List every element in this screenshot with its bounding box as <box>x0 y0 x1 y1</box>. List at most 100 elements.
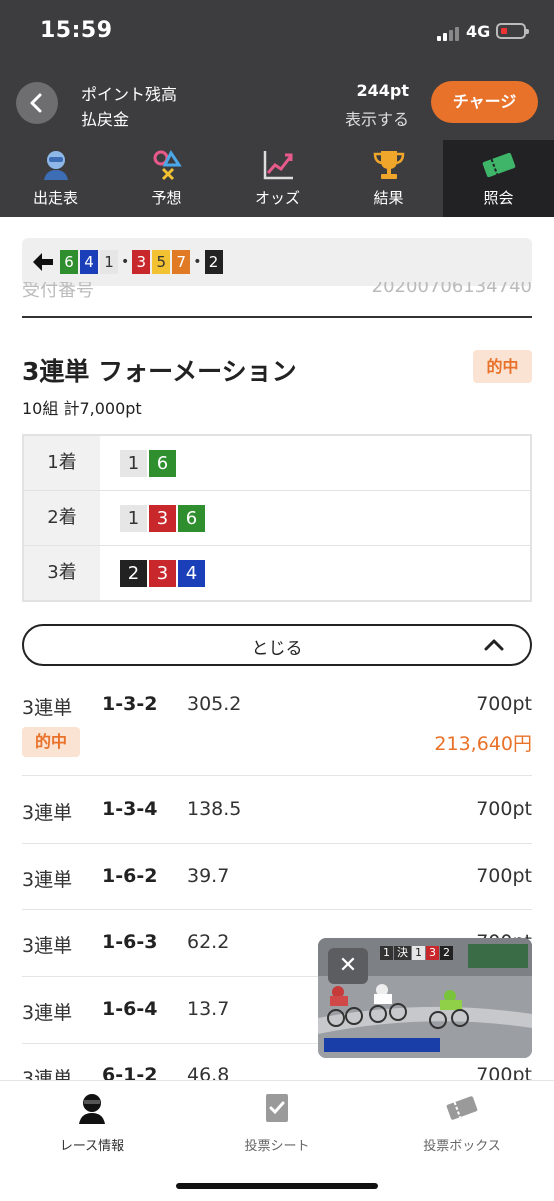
tab-inquiry[interactable]: 照会 <box>443 140 554 217</box>
nav-label: レース情報 <box>59 1139 125 1154</box>
formation-row: 3着 234 <box>24 546 530 600</box>
bet-type: 3連単 <box>22 869 73 891</box>
signal-icon <box>437 25 463 41</box>
collapse-button[interactable]: とじる <box>22 624 532 666</box>
formation-table: 1着 16 2着 136 3着 234 <box>22 434 532 602</box>
tab-label: 出走表 <box>32 189 78 207</box>
position-label: 1着 <box>24 436 100 490</box>
nav-vote-box[interactable]: 投票ボックス <box>370 1091 554 1154</box>
status-bar: 15:59 4G <box>0 0 554 64</box>
bet-number-banner: 6 4 1 • 3 5 7 • 2 <box>22 238 532 286</box>
number-chip: 3 <box>149 505 176 532</box>
bet-amount: 700pt <box>476 865 532 887</box>
race-info-icon <box>79 1094 105 1124</box>
refund-label: 払戻金 <box>81 110 130 129</box>
scoreboard-cell: 3 <box>426 946 439 960</box>
bet-odds: 138.5 <box>187 798 242 820</box>
formation-row: 2着 136 <box>24 491 530 546</box>
ticket-icon <box>482 152 516 178</box>
bet-odds: 13.7 <box>187 998 230 1020</box>
separator-dot: • <box>121 254 130 270</box>
divider <box>22 316 532 318</box>
chevron-left-icon <box>30 93 42 113</box>
race-scoreboard: 1決132 <box>380 946 454 960</box>
points-label: ポイント残高 <box>81 85 178 104</box>
number-chip: 3 <box>149 560 176 587</box>
position-label: 3着 <box>24 546 100 600</box>
nav-race-info[interactable]: レース情報 <box>0 1091 184 1154</box>
scoreboard-cell: 1 <box>412 946 425 960</box>
number-chip: 2 <box>204 250 223 274</box>
number-chip: 4 <box>178 560 205 587</box>
bet-odds: 305.2 <box>187 693 242 715</box>
bet-amount: 700pt <box>476 693 532 715</box>
nav-label: 投票ボックス <box>423 1139 501 1154</box>
bet-combination: 1-3-4 <box>102 798 158 820</box>
number-chip: 1 <box>120 450 147 477</box>
tab-results[interactable]: 結果 <box>333 140 444 217</box>
tab-prediction[interactable]: 予想 <box>111 140 222 217</box>
receipt-number-row: 受付番号 20200706134740 <box>22 282 532 298</box>
refund-show-link[interactable]: 表示する <box>345 106 409 130</box>
position-label: 2着 <box>24 491 100 545</box>
tab-label: オッズ <box>254 189 300 207</box>
separator-dot: • <box>193 254 202 270</box>
race-video-player[interactable]: ✕ 1決132 <box>318 938 532 1058</box>
position-numbers: 136 <box>120 505 207 532</box>
number-chip: 4 <box>80 250 98 274</box>
tab-odds[interactable]: オッズ <box>222 140 333 217</box>
trophy-icon <box>373 151 405 179</box>
position-numbers: 234 <box>120 560 207 587</box>
hit-badge: 的中 <box>22 727 80 757</box>
hit-badge: 的中 <box>473 350 532 383</box>
points-value: 244pt <box>356 81 410 100</box>
battery-icon <box>496 23 529 39</box>
bet-combination: 1-6-2 <box>102 865 158 887</box>
video-caption-bar <box>324 1038 440 1052</box>
scoreboard-cell: 決 <box>394 946 411 960</box>
network-label: 4G <box>466 22 491 41</box>
back-button[interactable] <box>16 82 58 124</box>
formation-title: 3連単 フォーメーション <box>22 357 297 386</box>
tab-label: 照会 <box>483 189 514 207</box>
bet-type: 3連単 <box>22 802 73 824</box>
divider <box>22 843 532 844</box>
divider <box>22 909 532 910</box>
nav-vote-sheet[interactable]: 投票シート <box>185 1091 369 1154</box>
scoreboard-cell: 1 <box>380 946 393 960</box>
home-indicator <box>176 1183 378 1189</box>
bet-amount: 700pt <box>476 798 532 820</box>
bet-chips: 6 4 1 • 3 5 7 • 2 <box>60 250 225 274</box>
bet-odds: 62.2 <box>187 931 230 953</box>
nav-label: 投票シート <box>244 1139 310 1154</box>
arrow-left-icon <box>33 253 53 271</box>
chevron-up-icon <box>484 639 504 651</box>
bet-combination: 1-6-4 <box>102 998 158 1020</box>
close-video-button[interactable]: ✕ <box>328 948 368 984</box>
status-time: 15:59 <box>40 18 113 43</box>
bet-combination: 1-6-3 <box>102 931 158 953</box>
bet-row: 3連単 1-3-2 305.2 700pt 的中 213,640円 <box>22 693 532 763</box>
payout-amount: 213,640円 <box>434 733 532 755</box>
racer-icon <box>44 151 68 180</box>
charge-button[interactable]: チャージ <box>431 81 538 123</box>
collapse-label: とじる <box>251 639 303 659</box>
divider <box>22 775 532 776</box>
position-numbers: 16 <box>120 450 178 477</box>
number-chip: 2 <box>120 560 147 587</box>
bet-odds: 39.7 <box>187 865 230 887</box>
tab-label: 予想 <box>151 189 182 207</box>
app-header: ポイント残高 払戻金 244pt 表示する チャージ <box>0 64 554 140</box>
tab-race-card[interactable]: 出走表 <box>0 140 111 217</box>
number-chip: 6 <box>178 505 205 532</box>
vote-box-icon <box>446 1096 478 1120</box>
tab-label: 結果 <box>373 189 404 207</box>
number-chip: 5 <box>152 250 171 274</box>
formation-row: 1着 16 <box>24 436 530 491</box>
receipt-number: 20200706134740 <box>371 282 532 297</box>
number-chip: 1 <box>100 250 118 274</box>
bet-type: 3連単 <box>22 935 73 957</box>
scoreboard-cell: 2 <box>440 946 453 960</box>
number-chip: 3 <box>132 250 151 274</box>
odds-chart-icon <box>263 151 293 180</box>
